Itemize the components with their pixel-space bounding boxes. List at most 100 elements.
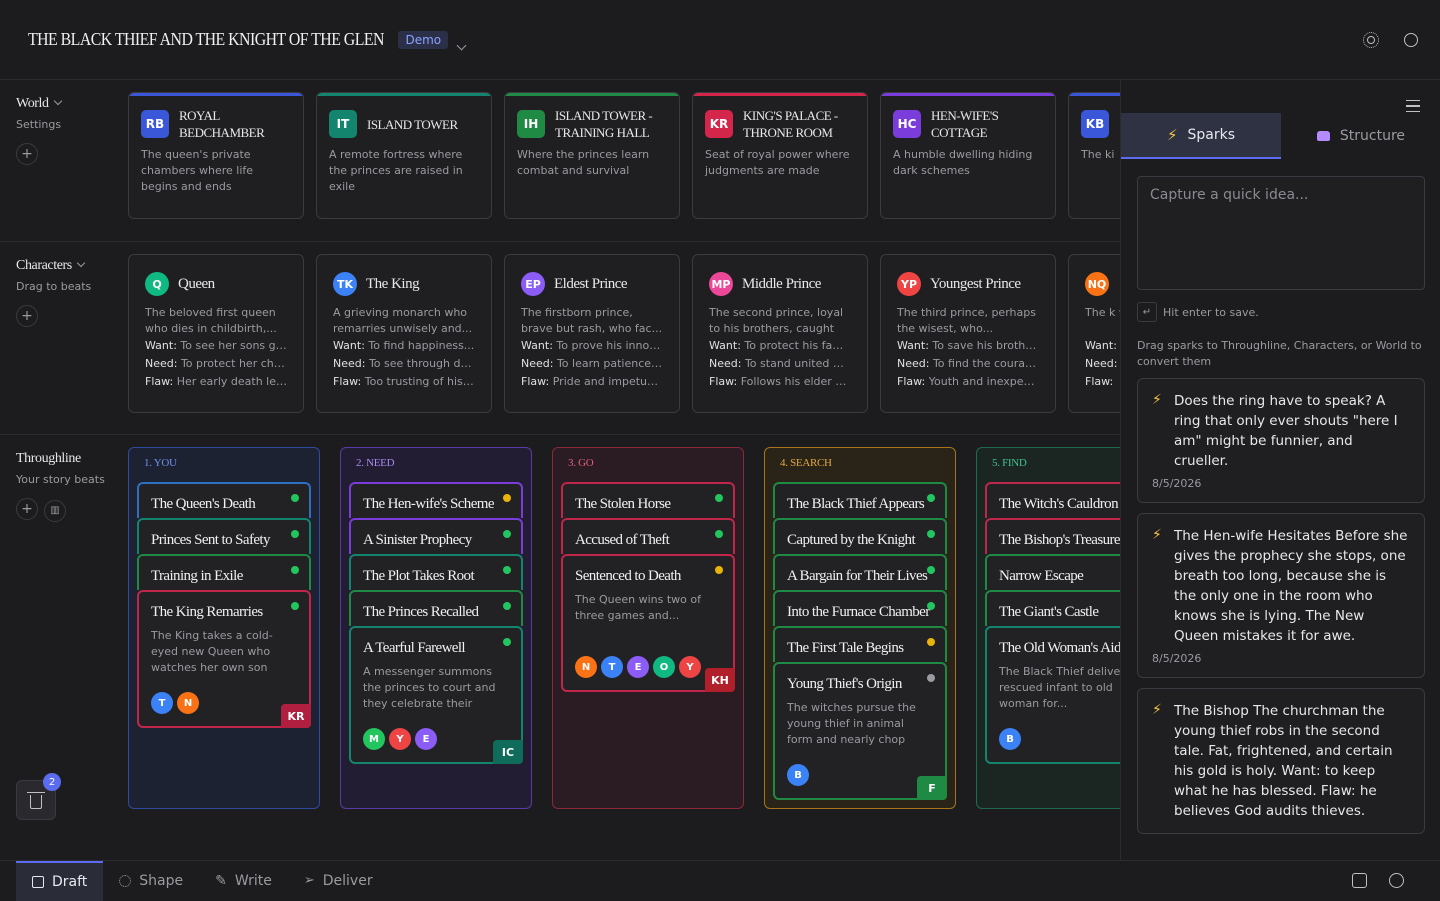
world-card[interactable]: KR KING'S PALACE - THRONE ROOM Seat of roy…: [692, 92, 868, 219]
beat-card[interactable]: The Black Thief Appears: [773, 482, 947, 518]
world-card[interactable]: IH ISLAND TOWER - TRAINING HALL Where the …: [504, 92, 680, 219]
character-name: Eldest Prince: [554, 275, 628, 292]
throughline-row-title: Throughline: [16, 451, 81, 466]
spark-card[interactable]: ⚡ Does the ring have to speak? A ring tha…: [1137, 378, 1425, 503]
beat-status-dot: [503, 494, 511, 502]
add-world-button[interactable]: +: [16, 143, 38, 165]
beat-card[interactable]: A Sinister Prophecy: [349, 518, 523, 554]
columns-view-button[interactable]: ▥: [44, 499, 66, 522]
beat-card[interactable]: The Giant's Castle: [985, 590, 1120, 626]
character-want-label: Want:: [897, 339, 929, 352]
save-hint: ↵ Hit enter to save.: [1137, 302, 1259, 322]
character-card[interactable]: MP Middle Prince The second prince, loyal …: [692, 254, 868, 413]
bolt-icon: ⚡: [1166, 126, 1178, 144]
world-card[interactable]: HC HEN-WIFE'S COTTAGE A humble dwelling hi…: [880, 92, 1056, 219]
world-cards: RB ROYAL BEDCHAMBER The queen's private ch…: [128, 92, 1120, 219]
character-card[interactable]: Q Queen The beloved first queen who dies i…: [128, 254, 304, 413]
beat-card[interactable]: Into the Furnace Chamber: [773, 590, 947, 626]
beat-character-avatar: E: [627, 656, 649, 678]
beat-card[interactable]: The Plot Takes Root: [349, 554, 523, 590]
tab-shape[interactable]: Shape: [103, 861, 199, 901]
act-column: 1. YOU The Queen's Death Princes Sent to S…: [128, 447, 320, 809]
quick-idea-input[interactable]: [1137, 176, 1425, 290]
beat-title: The King Remarries: [151, 604, 263, 620]
beat-character-avatar: B: [999, 728, 1021, 750]
character-avatar: YP: [897, 272, 921, 296]
spark-text: The Bishop The churchman the young thief…: [1174, 703, 1393, 819]
beat-card[interactable]: The Old Woman's Aid The Black Thief deliv…: [985, 626, 1120, 764]
beat-card[interactable]: The Princes Recalled: [349, 590, 523, 626]
project-menu-button[interactable]: [456, 34, 470, 50]
character-card[interactable]: YP Youngest Prince The third prince, perha…: [880, 254, 1056, 413]
trash-button[interactable]: 2: [16, 773, 61, 820]
character-flaw: Flaw:: [1085, 373, 1120, 391]
chevron-down-icon: [456, 40, 467, 50]
character-card[interactable]: NQ The k who Want: Need: Flaw:: [1068, 254, 1120, 413]
beat-card[interactable]: Princes Sent to Safety: [137, 518, 311, 554]
character-want-label: Want:: [521, 339, 553, 352]
pencil-icon: ✎: [215, 872, 227, 889]
beat-card[interactable]: The Stolen Horse: [561, 482, 735, 518]
spark-card[interactable]: ⚡ The Hen-wife Hesitates Before she gives…: [1137, 513, 1425, 678]
character-card[interactable]: TK The King A grieving monarch who remarri…: [316, 254, 492, 413]
character-flaw: Flaw: Youth and inexperi...: [897, 373, 1039, 391]
theme-toggle-icon[interactable]: [1363, 32, 1379, 48]
beat-description: The witches pursue the young thief in an…: [787, 701, 916, 746]
character-flaw-label: Flaw:: [709, 375, 738, 388]
beat-card[interactable]: Narrow Escape: [985, 554, 1120, 590]
character-description: The third prince, perhaps the wisest, wh…: [897, 306, 1036, 335]
act-label[interactable]: 1. YOU: [144, 456, 311, 482]
tab-structure[interactable]: Structure: [1281, 113, 1440, 159]
beat-card[interactable]: The First Tale Begins: [773, 626, 947, 662]
beat-card[interactable]: Sentenced to Death The Queen wins two of …: [561, 554, 735, 692]
menu-icon[interactable]: [1406, 100, 1420, 112]
character-card[interactable]: EP Eldest Prince The firstborn prince, bra…: [504, 254, 680, 413]
add-character-button[interactable]: +: [16, 305, 38, 327]
character-need: Need: To see through de...: [333, 355, 475, 373]
settings-gear-icon[interactable]: [1404, 33, 1418, 47]
spark-text: The Hen-wife Hesitates Before she gives …: [1174, 528, 1408, 644]
beat-card[interactable]: The King Remarries The King takes a cold-…: [137, 590, 311, 728]
world-card[interactable]: RB ROYAL BEDCHAMBER The queen's private ch…: [128, 92, 304, 219]
beat-card[interactable]: The Witch's Cauldron: [985, 482, 1120, 518]
world-card-avatar: IT: [329, 110, 357, 138]
beat-card[interactable]: A Tearful Farewell A messenger summons th…: [349, 626, 523, 764]
beat-card[interactable]: Accused of Theft: [561, 518, 735, 554]
act-label[interactable]: 4. SEARCH: [780, 456, 947, 482]
character-flaw: Flaw: Pride and impetuo...: [521, 373, 663, 391]
world-card[interactable]: KB The ki: [1068, 92, 1120, 219]
spark-card[interactable]: ⚡ The Bishop The churchman the young thie…: [1137, 688, 1425, 834]
beat-description: The Black Thief delive the rescued infan…: [999, 665, 1120, 710]
character-want-value: To see her sons gr...: [180, 339, 287, 352]
character-name: The King: [366, 275, 420, 292]
beat-status-dot: [503, 566, 511, 574]
beat-card[interactable]: The Bishop's Treasure: [985, 518, 1120, 554]
tab-write[interactable]: ✎ Write: [199, 861, 288, 901]
act-label[interactable]: 5. FIND: [992, 456, 1120, 482]
add-beat-button[interactable]: +: [16, 498, 38, 520]
tab-draft[interactable]: Draft: [16, 860, 104, 901]
info-icon[interactable]: [1389, 873, 1404, 888]
act-label[interactable]: 2. NEED: [356, 456, 523, 482]
beat-card[interactable]: Training in Exile: [137, 554, 311, 590]
beat-card[interactable]: A Bargain for Their Lives: [773, 554, 947, 590]
world-row-title[interactable]: World: [16, 96, 116, 112]
world-card-avatar: HC: [893, 110, 921, 138]
characters-row-title[interactable]: Characters: [16, 258, 116, 274]
tab-deliver[interactable]: ➢ Deliver: [288, 861, 389, 901]
beat-character-avatar: N: [575, 656, 597, 678]
act-label[interactable]: 3. GO: [568, 456, 735, 482]
beat-card[interactable]: Young Thief's Origin The witches pursue t…: [773, 662, 947, 800]
beat-card[interactable]: Captured by the Knight: [773, 518, 947, 554]
beat-card[interactable]: The Hen-wife's Scheme: [349, 482, 523, 518]
tab-sparks[interactable]: ⚡ Sparks: [1121, 113, 1281, 159]
shape-icon: [119, 874, 132, 887]
beat-card[interactable]: The Queen's Death: [137, 482, 311, 518]
send-icon: ➢: [303, 873, 315, 888]
beat-status-dot: [503, 638, 511, 646]
world-card[interactable]: IT ISLAND TOWER A remote fortress where th…: [316, 92, 492, 219]
character-need-label: Need:: [897, 357, 930, 370]
beat-status-dot: [291, 530, 299, 538]
trash-icon: [27, 791, 45, 809]
chat-icon[interactable]: [1352, 873, 1367, 888]
